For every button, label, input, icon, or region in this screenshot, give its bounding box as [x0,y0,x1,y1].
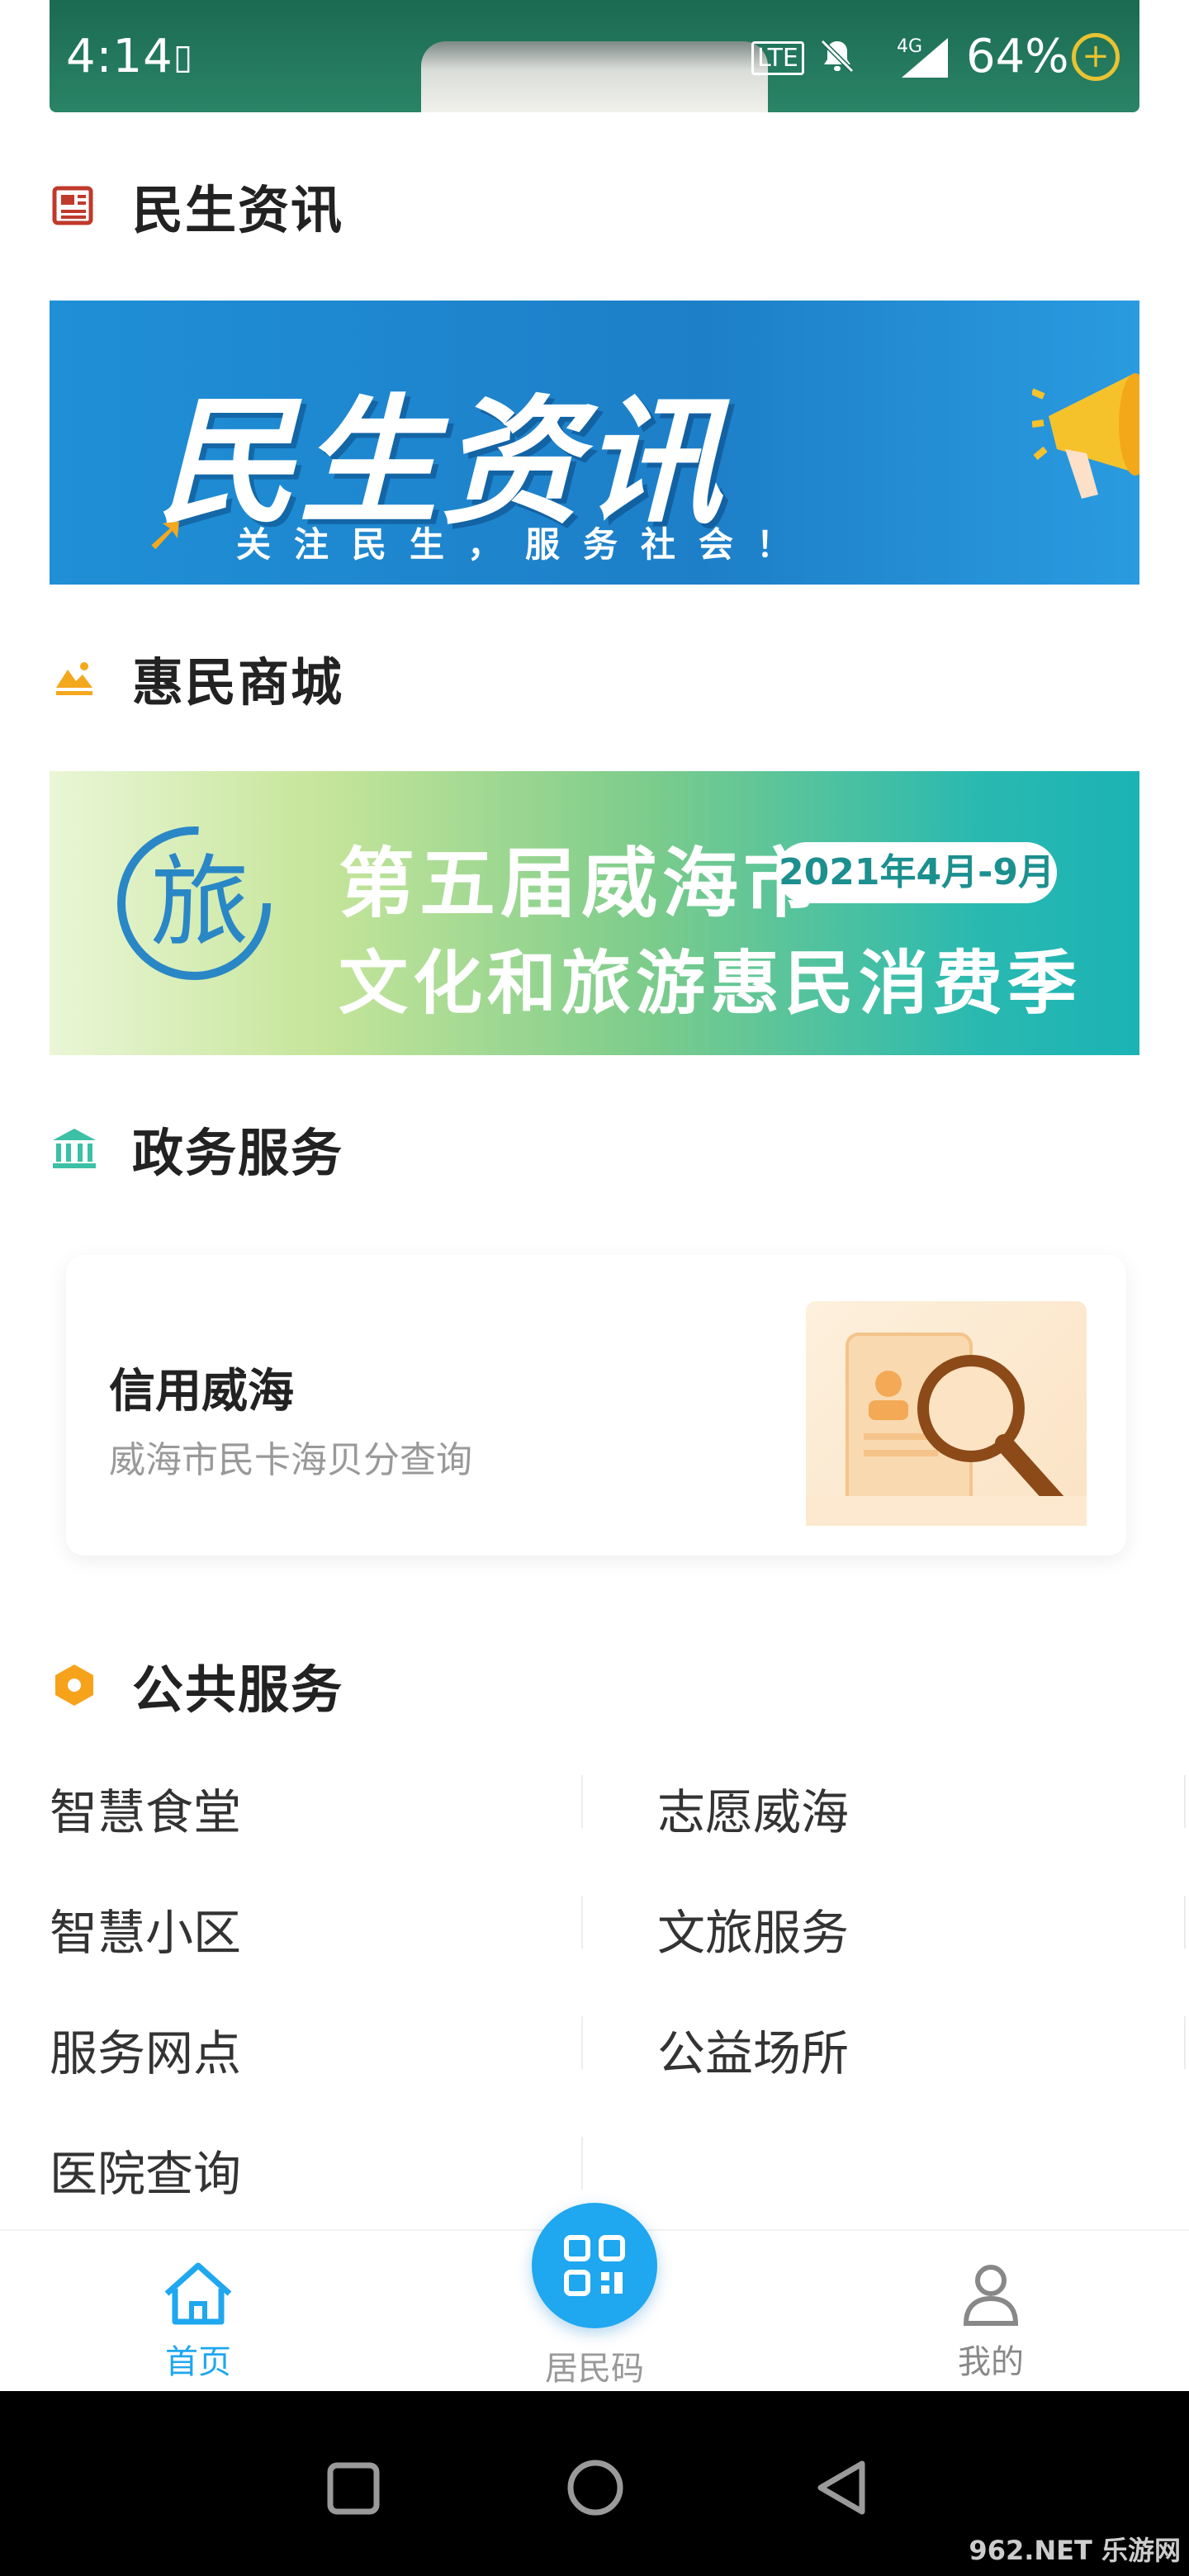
person-icon [958,2265,1024,2330]
tourism-logo: 旅 [99,821,297,986]
section-title: 公共服务 [132,1660,344,1720]
mall-banner-line2: 文化和旅游惠民消费季 [339,942,1082,1024]
credit-search-illustration [806,1301,1087,1526]
section-header-news: 民生资讯 [50,168,343,243]
nav-mine-label: 我的 [958,2343,1024,2381]
qr-code-icon [563,2234,626,2300]
service-item[interactable]: 智慧小区 [50,1894,241,1963]
service-item[interactable]: 智慧食堂 [50,1773,241,1843]
service-item[interactable]: 服务网点 [50,2015,241,2084]
divider [581,2137,583,2190]
news-banner[interactable]: 民生资讯 ➚ 关注民生，服务社会！ [50,301,1139,585]
service-item[interactable]: 志愿威海 [657,1773,849,1843]
qr-code-button[interactable] [532,2203,657,2328]
nav-home-label: 首页 [165,2343,231,2381]
status-bar: 4:14 ▯ LTE 4G 64% + [50,0,1139,112]
recent-apps-button[interactable] [327,2462,380,2518]
home-button[interactable] [566,2459,624,2520]
service-item[interactable]: 文旅服务 [657,1894,849,1963]
mountain-icon [50,653,99,703]
signal-icon [897,36,950,88]
divider [1184,1775,1186,1828]
mall-banner-date: 2021年4月-9月 [776,842,1057,903]
watermark: 962.NET 乐游网 [969,2535,1181,2566]
mall-banner-line1: 第五届威海市 [339,839,825,928]
back-button[interactable] [814,2459,867,2520]
bell-muted-icon [817,36,857,84]
mall-banner[interactable]: 旅 第五届威海市 2021年4月-9月 文化和旅游惠民消费季 [50,771,1139,1055]
section-header-public: 公共服务 [50,1648,343,1722]
divider [1184,1896,1186,1949]
system-nav-bar: 962.NET 乐游网 [0,2391,1189,2576]
section-title: 民生资讯 [132,180,344,240]
card-subtitle: 威海市民卡海贝分查询 [109,1439,472,1481]
battery-percent: 64% [966,30,1069,83]
nav-home[interactable]: 首页 [99,2261,297,2383]
divider [581,1896,583,1949]
banner-slogan: 关注民生，服务社会！ [236,524,815,565]
section-header-gov: 政务服务 [50,1111,343,1186]
section-header-mall: 惠民商城 [50,641,343,715]
qr-code-label: 居民码 [545,2350,644,2388]
hexagon-icon [50,1660,99,1710]
service-item[interactable]: 医院查询 [50,2135,241,2204]
battery-saver-icon: + [1072,33,1120,81]
service-item[interactable]: 公益场所 [657,2015,849,2084]
home-icon [160,2262,236,2330]
divider [1184,2016,1186,2069]
divider [581,1775,583,1828]
bank-icon [50,1124,99,1173]
svg-text:旅: 旅 [150,845,249,960]
section-title: 政务服务 [132,1123,344,1183]
section-title: 惠民商城 [132,652,344,713]
arrow-icon: ➚ [145,504,187,562]
credit-weihai-card[interactable]: 信用威海 威海市民卡海贝分查询 [66,1255,1126,1556]
app-page: 4:14 ▯ LTE 4G 64% + 民生资讯 民生资讯 ➚ 关注民生，服务社… [0,0,1189,2576]
divider [581,2016,583,2069]
megaphone-icon [1030,358,1139,507]
newspaper-icon [50,181,99,230]
volte-icon: LTE [751,41,804,75]
status-time: 4:14 [66,30,173,83]
nav-mine[interactable]: 我的 [892,2261,1090,2383]
card-title: 信用威海 [109,1365,294,1418]
sd-card-icon: ▯ [173,36,193,77]
